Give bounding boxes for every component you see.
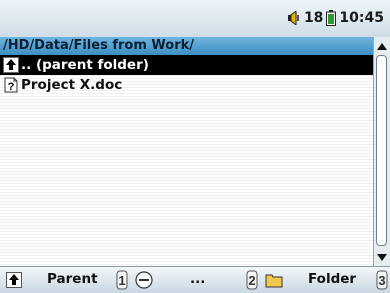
parent-button[interactable]: Parent 1	[0, 267, 130, 293]
parent-button-label: Parent	[47, 271, 98, 287]
battery-icon	[326, 10, 337, 26]
menu-dots-icon	[135, 271, 153, 289]
svg-text:1: 1	[118, 273, 125, 288]
scroll-up-arrow-icon[interactable]	[374, 39, 390, 53]
new-folder-button-label: Folder	[308, 271, 357, 287]
options-button-label: ...	[190, 271, 206, 287]
status-indicators: 18 10:45	[287, 10, 384, 26]
function-key-3-icon: 3	[376, 270, 388, 293]
speaker-icon	[287, 11, 301, 25]
list-item-parent-folder[interactable]: .. (parent folder)	[0, 55, 373, 75]
function-key-2-icon: 2	[246, 270, 258, 293]
status-bar: 18 10:45	[0, 0, 390, 37]
file-list: .. (parent folder) ? Project X.doc	[0, 55, 373, 266]
file-name: .. (parent folder)	[21, 57, 149, 73]
file-browser-screen: 18 10:45 /HD/Data/Files from Work/ .. (p…	[0, 0, 390, 293]
parent-folder-icon	[5, 271, 23, 289]
clock-time: 10:45	[339, 10, 384, 26]
options-button[interactable]: ... 2	[130, 267, 260, 293]
new-folder-button[interactable]: Folder 3	[260, 267, 390, 293]
function-key-1-icon: 1	[116, 270, 128, 293]
scroll-down-arrow-icon[interactable]	[374, 250, 390, 264]
svg-text:?: ?	[8, 81, 15, 93]
file-name: Project X.doc	[21, 77, 123, 93]
volume-level: 18	[303, 10, 324, 26]
path-breadcrumb: /HD/Data/Files from Work/	[0, 37, 373, 55]
scroll-thumb[interactable]	[376, 55, 387, 246]
unknown-file-icon: ?	[2, 76, 20, 94]
folder-icon	[265, 271, 283, 289]
svg-text:2: 2	[248, 273, 255, 288]
vertical-scrollbar[interactable]	[373, 37, 390, 266]
parent-folder-icon	[2, 56, 20, 74]
function-key-bar: Parent 1 ... 2 Folder 3	[0, 266, 390, 293]
list-item-file[interactable]: ? Project X.doc	[0, 75, 373, 95]
svg-text:3: 3	[378, 273, 385, 288]
